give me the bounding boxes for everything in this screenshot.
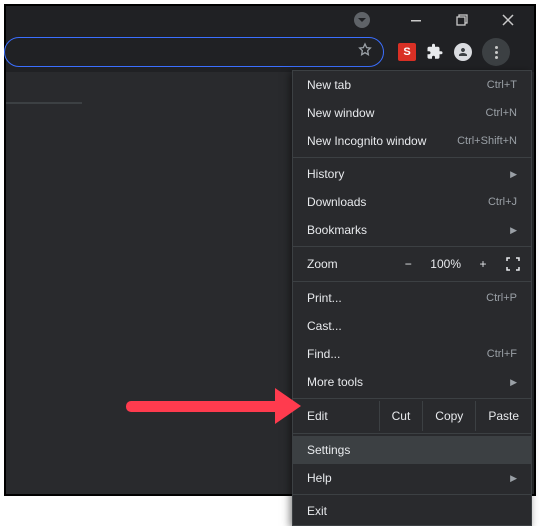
menu-separator — [293, 494, 531, 495]
menu-label: Help — [307, 471, 332, 485]
menu-shortcut: Ctrl+Shift+N — [457, 135, 517, 147]
window-maximize-button[interactable] — [450, 8, 474, 32]
maximize-icon — [456, 14, 468, 26]
menu-shortcut: Ctrl+F — [487, 348, 517, 360]
address-bar[interactable] — [4, 37, 384, 67]
menu-item-cast[interactable]: Cast... — [293, 312, 531, 340]
edit-cut-button[interactable]: Cut — [379, 401, 423, 431]
minimize-icon — [410, 14, 422, 26]
zoom-in-button[interactable]: + — [475, 257, 491, 271]
menu-label: History — [307, 167, 344, 181]
fullscreen-button[interactable] — [505, 256, 521, 272]
menu-label: More tools — [307, 375, 363, 389]
account-badge[interactable] — [354, 12, 370, 28]
panel-divider — [6, 102, 82, 104]
menu-separator — [293, 433, 531, 434]
zoom-controls: − 100% + — [400, 256, 521, 272]
menu-shortcut: Ctrl+J — [488, 196, 517, 208]
toolbar-icons: S — [398, 38, 510, 66]
menu-label: Print... — [307, 291, 342, 305]
submenu-arrow-icon: ▶ — [510, 377, 517, 388]
menu-item-print[interactable]: Print... Ctrl+P — [293, 284, 531, 312]
menu-separator — [293, 246, 531, 247]
extensions-icon[interactable] — [426, 43, 444, 61]
zoom-out-button[interactable]: − — [400, 257, 416, 271]
extension-s-label: S — [403, 46, 410, 58]
menu-label: Edit — [307, 409, 367, 423]
menu-item-bookmarks[interactable]: Bookmarks ▶ — [293, 216, 531, 244]
profile-avatar-icon[interactable] — [454, 43, 472, 61]
menu-item-new-window[interactable]: New window Ctrl+N — [293, 99, 531, 127]
menu-item-new-incognito[interactable]: New Incognito window Ctrl+Shift+N — [293, 127, 531, 155]
submenu-arrow-icon: ▶ — [510, 169, 517, 180]
chevron-down-icon — [357, 15, 367, 25]
menu-item-edit: Edit Cut Copy Paste — [293, 401, 531, 431]
browser-window: S New tab Ctrl+T New window Ctrl+N New I… — [4, 4, 536, 496]
menu-item-new-tab[interactable]: New tab Ctrl+T — [293, 71, 531, 99]
menu-shortcut: Ctrl+T — [487, 79, 517, 91]
menu-label: Zoom — [307, 257, 367, 271]
menu-item-more-tools[interactable]: More tools ▶ — [293, 368, 531, 396]
menu-label: Find... — [307, 347, 340, 361]
menu-item-find[interactable]: Find... Ctrl+F — [293, 340, 531, 368]
menu-separator — [293, 281, 531, 282]
window-titlebar — [6, 6, 534, 34]
menu-label: Downloads — [307, 195, 366, 209]
menu-label: Cast... — [307, 319, 342, 333]
edit-buttons: Cut Copy Paste — [379, 401, 531, 431]
edit-copy-button[interactable]: Copy — [422, 401, 475, 431]
menu-item-exit[interactable]: Exit — [293, 497, 531, 525]
menu-label: New window — [307, 106, 374, 120]
window-close-button[interactable] — [496, 8, 520, 32]
extension-s-icon[interactable]: S — [398, 43, 416, 61]
chrome-menu: New tab Ctrl+T New window Ctrl+N New Inc… — [292, 70, 532, 526]
menu-shortcut: Ctrl+N — [486, 107, 517, 119]
menu-label: New tab — [307, 78, 351, 92]
submenu-arrow-icon: ▶ — [510, 225, 517, 236]
fullscreen-icon — [506, 257, 520, 271]
bookmark-star-icon[interactable] — [357, 42, 373, 63]
edit-paste-button[interactable]: Paste — [475, 401, 531, 431]
menu-label: New Incognito window — [307, 134, 426, 148]
chrome-menu-button[interactable] — [482, 38, 510, 66]
submenu-arrow-icon: ▶ — [510, 473, 517, 484]
menu-item-settings[interactable]: Settings — [293, 436, 531, 464]
window-minimize-button[interactable] — [404, 8, 428, 32]
zoom-value: 100% — [430, 257, 461, 271]
menu-label: Settings — [307, 443, 350, 457]
menu-separator — [293, 398, 531, 399]
toolbar-row: S — [6, 34, 534, 70]
menu-separator — [293, 157, 531, 158]
menu-label: Bookmarks — [307, 223, 367, 237]
close-icon — [502, 14, 514, 26]
menu-item-downloads[interactable]: Downloads Ctrl+J — [293, 188, 531, 216]
kebab-icon — [495, 46, 498, 59]
menu-item-zoom: Zoom − 100% + — [293, 249, 531, 279]
menu-label: Exit — [307, 504, 327, 518]
menu-item-history[interactable]: History ▶ — [293, 160, 531, 188]
menu-item-help[interactable]: Help ▶ — [293, 464, 531, 492]
menu-shortcut: Ctrl+P — [486, 292, 517, 304]
